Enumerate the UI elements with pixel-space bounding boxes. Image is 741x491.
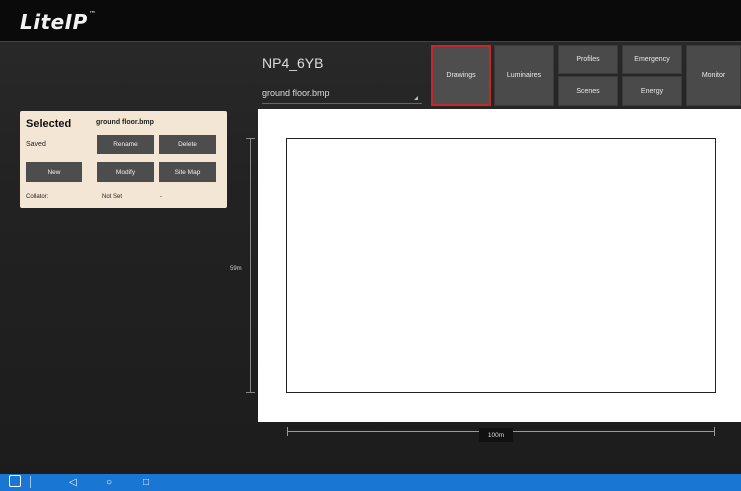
panel-title: Selected [26, 118, 72, 130]
width-dimension-label: 100m [479, 428, 513, 442]
tab-luminaires[interactable]: Luminaires [494, 45, 554, 106]
save-status: Saved [26, 141, 46, 148]
dropdown-caret-icon [414, 96, 418, 100]
recents-icon[interactable]: □ [143, 476, 149, 489]
selected-drawing-panel: Selected ground floor.bmp Saved Rename D… [20, 111, 227, 208]
delete-button[interactable]: Delete [159, 135, 216, 154]
collator-value: Not Set [102, 194, 123, 200]
system-navigation-bar: ◁ ○ □ [0, 474, 741, 491]
tab-drawings[interactable]: Drawings [431, 45, 491, 106]
top-bar: LiteIP™ [0, 0, 741, 42]
tab-scenes[interactable]: Scenes [558, 76, 618, 106]
app-icon[interactable] [9, 475, 21, 487]
home-icon[interactable]: ○ [106, 476, 112, 489]
tab-profiles[interactable]: Profiles [558, 45, 618, 74]
site-map-button[interactable]: Site Map [159, 162, 216, 182]
selected-filename: ground floor.bmp [96, 119, 154, 126]
app-logo: LiteIP™ [20, 10, 97, 34]
width-ruler-left-tick [287, 427, 288, 436]
height-ruler-bottom-tick [246, 392, 255, 393]
tab-monitor[interactable]: Monitor [686, 45, 741, 106]
tab-emergency[interactable]: Emergency [622, 45, 682, 74]
height-ruler [250, 138, 251, 393]
tab-energy[interactable]: Energy [622, 76, 682, 106]
nav-divider [30, 476, 31, 488]
rename-button[interactable]: Rename [97, 135, 154, 154]
width-ruler-right-tick [714, 427, 715, 436]
floor-plan-outline[interactable] [286, 138, 716, 393]
modify-button[interactable]: Modify [97, 162, 154, 182]
collator-extra: - [160, 194, 162, 200]
drawing-file-value: ground floor.bmp [262, 88, 330, 98]
collator-label: Collator: [26, 194, 49, 200]
back-icon[interactable]: ◁ [69, 476, 77, 489]
drawing-file-select[interactable]: ground floor.bmp [262, 84, 422, 104]
height-ruler-top-tick [246, 138, 255, 139]
new-button[interactable]: New [26, 162, 82, 182]
height-dimension-label: 59m [230, 266, 242, 272]
project-name: NP4_6YB [262, 55, 324, 71]
